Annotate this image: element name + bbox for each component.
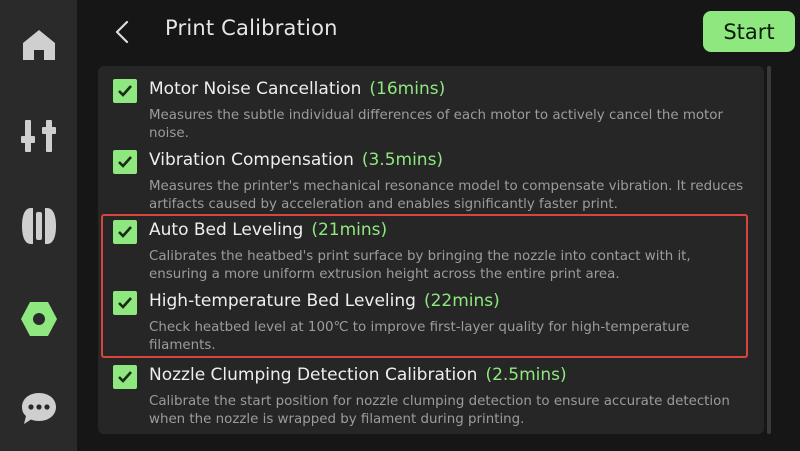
- nav-home-button[interactable]: [0, 15, 77, 75]
- item-duration: (21mins): [311, 220, 388, 240]
- page-title: Print Calibration: [165, 16, 338, 40]
- chat-icon: [21, 393, 56, 424]
- filament-icon: [21, 208, 56, 244]
- item-description: Calibrates the heatbed's print surface b…: [149, 249, 691, 282]
- main-area: Print Calibration Start Motor Noise Canc…: [77, 0, 800, 451]
- chevron-left-icon: [115, 20, 129, 44]
- checkmark-icon: [118, 371, 132, 383]
- item-title: Vibration Compensation: [149, 150, 354, 170]
- checkmark-icon: [118, 297, 132, 309]
- item-description: Measures the printer's mechanical resona…: [149, 179, 744, 212]
- checkbox[interactable]: [113, 220, 137, 244]
- home-icon: [22, 30, 55, 60]
- item-description: Check heatbed level at 100℃ to improve f…: [149, 320, 690, 353]
- checkbox[interactable]: [113, 79, 137, 103]
- checkbox[interactable]: [113, 365, 137, 389]
- back-button[interactable]: [107, 14, 137, 50]
- item-title: High-temperature Bed Leveling: [149, 291, 416, 311]
- checkmark-icon: [118, 226, 132, 238]
- checkmark-icon: [118, 85, 132, 97]
- checkmark-icon: [118, 156, 132, 168]
- item-duration: (22mins): [423, 291, 500, 311]
- nav-filament-button[interactable]: [0, 196, 77, 256]
- calibration-list[interactable]: Motor Noise Cancellation (16mins) Measure…: [98, 66, 764, 434]
- checkbox[interactable]: [113, 291, 137, 315]
- item-title: Auto Bed Leveling: [149, 220, 304, 240]
- item-duration: (3.5mins): [361, 150, 444, 170]
- item-duration: (16mins): [369, 79, 446, 99]
- item-duration: (2.5mins): [485, 365, 567, 385]
- scrollbar-thumb[interactable]: [767, 66, 771, 434]
- calibration-nut-icon: [20, 302, 57, 336]
- controls-icon: [20, 120, 56, 152]
- scrollbar[interactable]: [767, 66, 771, 434]
- checkbox[interactable]: [113, 150, 137, 174]
- item-title: Nozzle Clumping Detection Calibration: [149, 365, 478, 385]
- nav-calibration-button[interactable]: [0, 289, 77, 349]
- start-button[interactable]: Start: [703, 11, 795, 52]
- sidebar: [0, 0, 77, 451]
- nav-chat-button[interactable]: [0, 379, 77, 439]
- item-description: Calibrate the start position for nozzle …: [149, 394, 730, 427]
- nav-controls-button[interactable]: [0, 106, 77, 166]
- item-title: Motor Noise Cancellation: [149, 79, 362, 99]
- item-description: Measures the subtle individual differenc…: [149, 108, 724, 141]
